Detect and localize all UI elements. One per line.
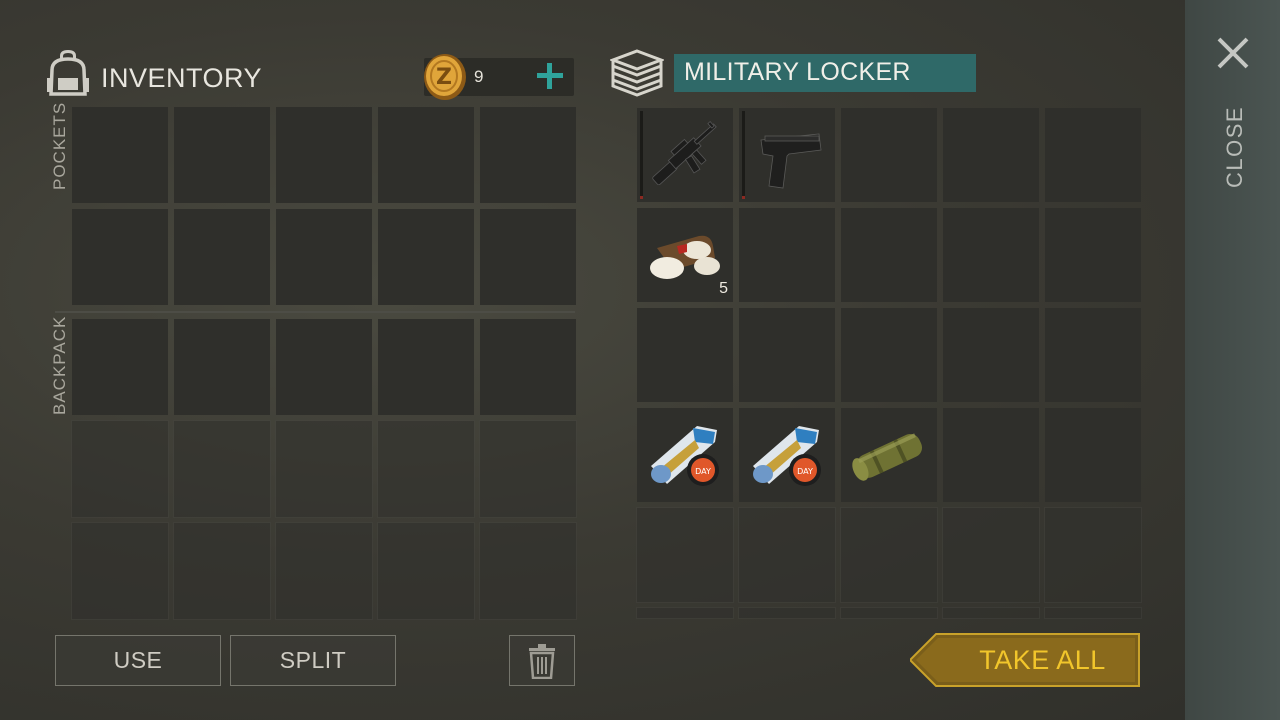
locked-slot bbox=[479, 522, 577, 620]
backpack-grid bbox=[71, 319, 577, 620]
coin-count: 9 bbox=[474, 67, 484, 86]
container-slot[interactable] bbox=[1045, 308, 1141, 402]
locked-slot bbox=[173, 522, 271, 620]
svg-text:DAY: DAY bbox=[695, 467, 711, 476]
take-all-button[interactable]: TAKE ALL bbox=[910, 633, 1140, 687]
locked-slot bbox=[942, 507, 1040, 603]
locked-slot bbox=[275, 420, 373, 518]
backpack-slot[interactable] bbox=[480, 319, 576, 415]
section-divider bbox=[55, 311, 575, 313]
locked-slot bbox=[377, 420, 475, 518]
locked-slot bbox=[377, 522, 475, 620]
magazine-bundle-icon: DAY bbox=[753, 426, 821, 486]
container-slot[interactable] bbox=[943, 308, 1039, 402]
locked-slot bbox=[840, 507, 938, 603]
magazine-bundle-icon: DAY bbox=[651, 426, 719, 486]
locked-slot bbox=[738, 607, 836, 619]
locked-slot bbox=[71, 522, 169, 620]
container-header: MILITARY LOCKER bbox=[610, 48, 976, 98]
close-label: CLOSE bbox=[1222, 105, 1247, 188]
container-slot[interactable] bbox=[943, 208, 1039, 302]
svg-text:DAY: DAY bbox=[797, 467, 813, 476]
inventory-title: INVENTORY bbox=[101, 62, 263, 93]
pocket-slot[interactable] bbox=[276, 209, 372, 305]
container-grid: 5 DAY DAY bbox=[636, 108, 1142, 603]
pocket-slot[interactable] bbox=[72, 209, 168, 305]
locked-slot bbox=[1044, 507, 1142, 603]
container-slot-canister[interactable] bbox=[841, 408, 937, 502]
trash-button[interactable] bbox=[509, 635, 575, 686]
backpack-slot[interactable] bbox=[378, 319, 474, 415]
crate-stack-icon bbox=[610, 49, 664, 97]
locked-slot bbox=[1044, 607, 1142, 619]
container-grid-overflow bbox=[636, 607, 1142, 619]
container-slot-magazines[interactable]: DAY bbox=[739, 408, 835, 502]
container-slot[interactable] bbox=[1045, 208, 1141, 302]
container-slot-pistol[interactable] bbox=[739, 108, 835, 202]
backpack-label: BACKPACK bbox=[50, 315, 69, 415]
pockets-label: POCKETS bbox=[50, 101, 69, 190]
coin-balance: Z 9 bbox=[424, 54, 574, 100]
pocket-slot[interactable] bbox=[378, 209, 474, 305]
locked-slot bbox=[738, 507, 836, 603]
container-slot-bandage[interactable]: 5 bbox=[637, 208, 733, 302]
pistol-icon bbox=[760, 133, 822, 189]
container-slot[interactable] bbox=[841, 308, 937, 402]
svg-text:Z: Z bbox=[436, 65, 452, 90]
pocket-slot[interactable] bbox=[276, 107, 372, 203]
container-slot[interactable] bbox=[739, 308, 835, 402]
container-slot[interactable] bbox=[739, 208, 835, 302]
locked-slot bbox=[840, 607, 938, 619]
pocket-slot[interactable] bbox=[174, 107, 270, 203]
use-button[interactable]: USE bbox=[55, 635, 221, 686]
pocket-slot[interactable] bbox=[378, 107, 474, 203]
container-slot[interactable] bbox=[943, 408, 1039, 502]
pockets-grid bbox=[72, 107, 576, 305]
container-slot-magazines[interactable]: DAY bbox=[637, 408, 733, 502]
locked-slot bbox=[71, 420, 169, 518]
inventory-header: INVENTORY bbox=[45, 48, 262, 98]
split-button[interactable]: SPLIT bbox=[230, 635, 396, 686]
locked-slot bbox=[275, 522, 373, 620]
backpack-slot[interactable] bbox=[174, 319, 270, 415]
close-icon bbox=[1217, 37, 1249, 69]
locked-slot bbox=[942, 607, 1040, 619]
container-title: MILITARY LOCKER bbox=[674, 54, 976, 92]
backpack-slot[interactable] bbox=[276, 319, 372, 415]
backpack-slot[interactable] bbox=[72, 319, 168, 415]
container-slot[interactable] bbox=[943, 108, 1039, 202]
container-slot[interactable] bbox=[1045, 408, 1141, 502]
item-quantity: 5 bbox=[719, 280, 728, 297]
locked-slot bbox=[636, 507, 734, 603]
cylinder-canister-icon bbox=[852, 433, 923, 481]
backpack-icon bbox=[47, 50, 89, 96]
add-coins-button[interactable] bbox=[534, 60, 566, 92]
container-slot[interactable] bbox=[1045, 108, 1141, 202]
assault-rifle-icon bbox=[652, 121, 717, 186]
pocket-slot[interactable] bbox=[72, 107, 168, 203]
container-slot[interactable] bbox=[841, 208, 937, 302]
close-button[interactable]: CLOSE bbox=[1210, 30, 1260, 188]
locked-slot bbox=[636, 607, 734, 619]
trash-icon bbox=[529, 643, 555, 679]
take-all-label: TAKE ALL bbox=[979, 644, 1106, 675]
container-slot[interactable] bbox=[841, 108, 937, 202]
locked-slot bbox=[173, 420, 271, 518]
coin-icon: Z bbox=[424, 54, 466, 100]
container-slot[interactable] bbox=[637, 308, 733, 402]
plus-icon bbox=[537, 63, 563, 89]
container-slot-rifle[interactable] bbox=[637, 108, 733, 202]
pocket-slot[interactable] bbox=[480, 209, 576, 305]
pocket-slot[interactable] bbox=[174, 209, 270, 305]
locked-slot bbox=[479, 420, 577, 518]
pocket-slot[interactable] bbox=[480, 107, 576, 203]
